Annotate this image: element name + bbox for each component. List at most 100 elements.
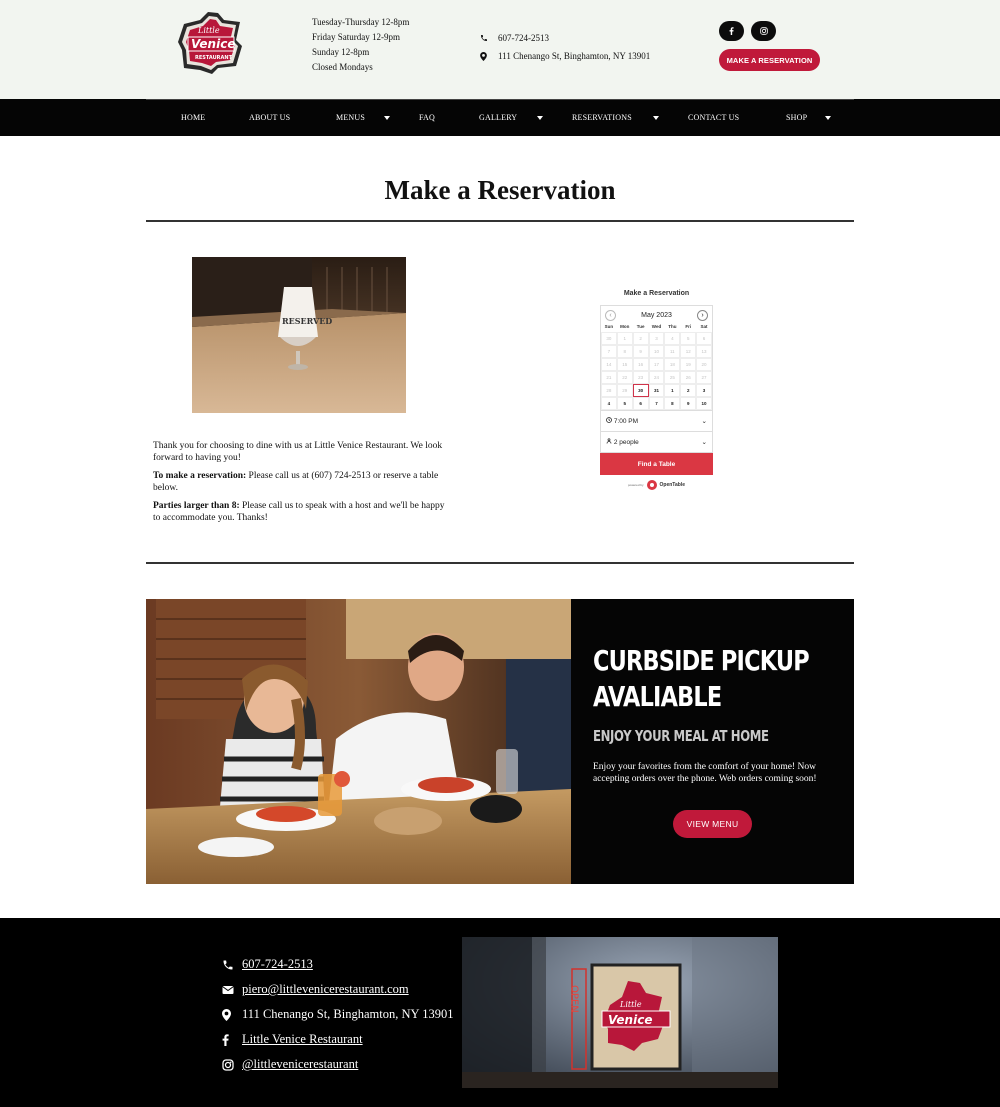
chevron-down-icon[interactable]	[384, 116, 390, 120]
divider	[146, 562, 854, 564]
intro-large-parties-label: Parties larger than 8:	[153, 501, 240, 511]
find-table-button[interactable]: Find a Table	[600, 453, 713, 475]
selected-time: 7:00 PM	[613, 418, 639, 425]
calendar-day-disabled: 21	[601, 371, 617, 384]
calendar-day-disabled: 14	[601, 358, 617, 371]
site-header: Little Venice RESTAURANT Tuesday-Thursda…	[0, 0, 1000, 100]
make-reservation-button[interactable]: MAKE A RESERVATION	[719, 49, 820, 71]
calendar-day-disabled: 10	[648, 345, 665, 358]
calendar-day[interactable]: 1	[664, 384, 681, 397]
calendar-day[interactable]: 10	[696, 397, 712, 410]
calendar-day[interactable]: 7	[648, 397, 665, 410]
calendar-day[interactable]: 9	[680, 397, 697, 410]
reserved-table-photo: RESERVED	[192, 257, 406, 413]
calendar-day-disabled: 17	[648, 358, 665, 371]
instagram-icon	[222, 1058, 242, 1071]
calendar-week: 28 29 30 31 1 2 3	[601, 384, 712, 397]
calendar-day-disabled: 25	[664, 371, 681, 384]
party-size-select[interactable]: 2 people ⌄	[600, 432, 713, 453]
intro-how-to: To make a reservation: Please call us at…	[153, 471, 453, 494]
party-size-value: 2 people	[606, 438, 639, 446]
calendar-days: 30 1 2 3 4 5 6 7 8 9 10 11 12 13 14 15 16 17 18 19 20 21 22 23 2…	[601, 332, 712, 410]
time-select[interactable]: 7:00 PM ⌄	[600, 411, 713, 432]
opentable-branding[interactable]: powered by OpenTable	[600, 475, 713, 495]
header-phone[interactable]: 607-724-2513	[480, 29, 650, 47]
footer-email-link[interactable]: piero@littlevenicerestaurant.com	[242, 982, 409, 997]
nav-item-contact-us[interactable]: CONTACT US	[688, 113, 739, 122]
header-address-text: 111 Chenango St, Binghamton, NY 13901	[498, 51, 651, 61]
restaurant-sign-photo: OPEN Little Venice	[462, 937, 778, 1088]
calendar-day[interactable]: 6	[632, 397, 649, 410]
nav-item-about-us[interactable]: ABOUT US	[249, 113, 290, 122]
logo-text-little: Little	[197, 26, 220, 35]
calendar-day[interactable]: 8	[664, 397, 681, 410]
curbside-description: Enjoy your favorites from the comfort of…	[593, 762, 817, 784]
nav-item-home[interactable]: HOME	[181, 113, 205, 122]
calendar-day[interactable]: 4	[601, 397, 617, 410]
clock-icon	[606, 417, 612, 423]
header-phone-text: 607-724-2513	[498, 33, 549, 43]
person-icon	[606, 438, 612, 444]
calendar-day-disabled: 13	[696, 345, 712, 358]
weekday-label: Sat	[700, 324, 708, 329]
nav-item-shop[interactable]: SHOP	[786, 113, 807, 122]
sign-logo-little: Little	[619, 1000, 642, 1009]
header-social	[719, 21, 776, 41]
footer-instagram-link[interactable]: @littlevenicerestaurant	[242, 1057, 358, 1072]
calendar-day-selected[interactable]: 30	[632, 384, 649, 397]
view-menu-button[interactable]: VIEW MENU	[673, 810, 752, 838]
calendar-day-disabled: 30	[601, 332, 617, 345]
page-title: Make a Reservation	[384, 175, 616, 205]
footer-instagram: @littlevenicerestaurant	[222, 1052, 453, 1077]
calendar-day-disabled: 4	[664, 332, 681, 345]
nav-item-menus[interactable]: MENUS	[336, 113, 365, 122]
restaurant-logo[interactable]: Little Venice RESTAURANT	[178, 10, 244, 76]
calendar-day-disabled: 16	[632, 358, 649, 371]
chevron-down-icon[interactable]	[653, 116, 659, 120]
map-pin-icon	[222, 1008, 242, 1021]
powered-by-text: powered by	[628, 483, 644, 487]
time-select-value: 7:00 PM	[606, 417, 638, 425]
calendar-day[interactable]: 5	[616, 397, 633, 410]
hours-line: Tuesday-Thursday 12-8pm	[312, 17, 410, 27]
calendar-day-disabled: 18	[664, 358, 681, 371]
instagram-icon[interactable]	[751, 21, 776, 41]
nav-item-reservations[interactable]: RESERVATIONS	[572, 113, 632, 122]
nav-item-faq[interactable]: FAQ	[419, 113, 435, 122]
calendar-month-header: ‹ May 2023 ›	[601, 306, 712, 324]
calendar-day-disabled: 11	[664, 345, 681, 358]
calendar-day[interactable]: 3	[696, 384, 712, 397]
calendar-month: May	[641, 311, 655, 319]
footer-email: piero@littlevenicerestaurant.com	[222, 977, 453, 1002]
calendar-day-disabled: 5	[680, 332, 697, 345]
chevron-left-icon[interactable]: ‹	[605, 309, 616, 321]
weekday-label: Sun	[604, 324, 614, 329]
chevron-down-icon[interactable]	[537, 116, 543, 120]
curbside-heading-line: AVALIABLE	[593, 680, 722, 713]
calendar-day-disabled: 24	[648, 371, 665, 384]
reserved-sign-text: RESERVED	[282, 316, 332, 326]
reservation-intro: Thank you for choosing to dine with us a…	[153, 441, 453, 531]
intro-how-to-label: To make a reservation:	[153, 471, 247, 481]
footer-facebook-link[interactable]: Little Venice Restaurant	[242, 1032, 363, 1047]
hours-line: Closed Mondays	[312, 62, 373, 72]
calendar-day-disabled: 19	[680, 358, 697, 371]
calendar-day[interactable]: 2	[680, 384, 697, 397]
header-contact: 607-724-2513 111 Chenango St, Binghamton…	[480, 29, 650, 65]
calendar-month-label: May 2023	[641, 312, 672, 319]
footer-facebook: Little Venice Restaurant	[222, 1027, 453, 1052]
calendar-day[interactable]: 31	[648, 384, 665, 397]
calendar-day-disabled: 15	[616, 358, 633, 371]
selected-party-size: 2 people	[613, 439, 639, 446]
logo-text-restaurant: RESTAURANT	[195, 55, 233, 61]
nav-item-gallery[interactable]: GALLERY	[479, 113, 517, 122]
header-address: 111 Chenango St, Binghamton, NY 13901	[480, 47, 650, 65]
footer-phone-link[interactable]: 607-724-2513	[242, 957, 313, 972]
chevron-right-icon[interactable]: ›	[696, 309, 708, 321]
chevron-down-icon[interactable]	[825, 116, 831, 120]
facebook-icon[interactable]	[719, 21, 744, 41]
opentable-text: OpenTable	[659, 482, 685, 488]
open-sign-text: OPEN	[569, 985, 580, 1013]
calendar-week: 4 5 6 7 8 9 10	[601, 397, 712, 410]
weekday-label: Wed	[651, 324, 662, 329]
